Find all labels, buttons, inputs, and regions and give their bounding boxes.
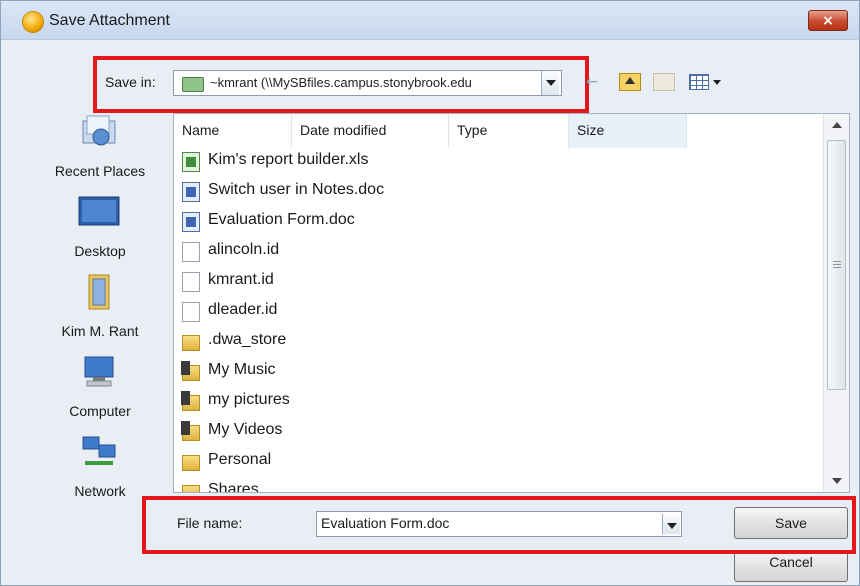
file-row[interactable]: my pictures: [181, 388, 822, 418]
generic-file-icon: [182, 242, 200, 262]
column-header-size[interactable]: Size: [569, 114, 687, 148]
file-name: Kim's report builder.xls: [208, 151, 369, 168]
file-name: kmrant.id: [208, 271, 274, 288]
folder-icon: [182, 335, 200, 351]
file-row[interactable]: .dwa_store: [182, 328, 822, 358]
title-bar[interactable]: Save Attachment ×: [1, 1, 859, 40]
excel-file-icon: [182, 152, 200, 172]
music-folder-icon: [181, 361, 200, 381]
file-name: alincoln.id: [208, 241, 280, 258]
place-network[interactable]: Network: [29, 433, 171, 503]
place-label: Desktop: [74, 243, 126, 259]
file-name: Switch user in Notes.doc: [208, 181, 385, 198]
file-row[interactable]: Personal: [182, 448, 822, 478]
file-name: my pictures: [208, 391, 290, 408]
word-file-icon: [182, 182, 200, 202]
cancel-button[interactable]: Cancel: [734, 550, 848, 582]
up-folder-icon[interactable]: [619, 73, 641, 91]
save-attachment-dialog: Save Attachment × Save in: ~kmrant (\\My…: [0, 0, 860, 586]
column-header-date-modified[interactable]: Date modified: [292, 114, 449, 148]
column-header-name[interactable]: Name: [174, 114, 292, 148]
place-computer[interactable]: Computer: [29, 353, 171, 423]
pictures-folder-icon: [181, 391, 200, 411]
network-icon: [82, 436, 116, 465]
file-row[interactable]: Shares: [182, 478, 822, 493]
videos-folder-icon: [181, 421, 200, 441]
file-name: Shares: [208, 481, 259, 493]
file-name: .dwa_store: [208, 331, 287, 348]
file-row[interactable]: alincoln.id: [182, 238, 822, 268]
file-name: Evaluation Form.doc: [208, 211, 355, 228]
place-label: Recent Places: [54, 163, 146, 179]
computer-icon: [84, 356, 114, 387]
view-menu-icon[interactable]: [689, 74, 709, 90]
dialog-title: Save Attachment: [49, 12, 170, 29]
word-file-icon: [182, 212, 200, 232]
scroll-down-arrow-icon[interactable]: [832, 478, 842, 484]
scrollbar-grip: [833, 261, 841, 268]
file-row[interactable]: Switch user in Notes.doc: [182, 178, 822, 208]
back-arrow-icon[interactable]: ←: [586, 75, 598, 89]
scroll-up-arrow-icon[interactable]: [832, 122, 842, 128]
close-button[interactable]: ×: [808, 10, 848, 31]
app-icon: [23, 12, 43, 32]
scrollbar-thumb[interactable]: [827, 140, 846, 390]
file-name: Personal: [208, 451, 272, 468]
place-recent-places[interactable]: Recent Places: [29, 113, 171, 183]
file-row[interactable]: Kim's report builder.xls: [182, 148, 822, 178]
file-row[interactable]: My Videos: [181, 418, 822, 448]
generic-file-icon: [182, 272, 200, 292]
file-name: My Music: [208, 361, 276, 378]
folder-icon: [182, 455, 200, 471]
file-name: My Videos: [208, 421, 283, 438]
file-row[interactable]: My Music: [181, 358, 822, 388]
file-row[interactable]: kmrant.id: [182, 268, 822, 298]
place-kim-m-rant[interactable]: Kim M. Rant: [29, 273, 171, 343]
file-row[interactable]: dleader.id: [182, 298, 822, 328]
file-list-scrollbar[interactable]: [823, 114, 849, 492]
places-bar: Recent Places Desktop Kim M. Rant Comput…: [29, 113, 171, 503]
place-label: Kim M. Rant: [61, 323, 139, 339]
recent-places-icon: [82, 115, 116, 146]
generic-file-icon: [182, 302, 200, 322]
user-folder-icon: [88, 274, 110, 310]
file-name-highlight-box: [142, 496, 856, 554]
file-name: dleader.id: [208, 301, 278, 318]
file-row[interactable]: Evaluation Form.doc: [182, 208, 822, 238]
folder-icon: [182, 485, 200, 492]
file-list[interactable]: Name Date modified Type Size Kim's repor…: [173, 113, 850, 493]
place-label: Computer: [69, 403, 131, 419]
desktop-icon: [78, 196, 120, 226]
view-menu-arrow-icon[interactable]: [713, 80, 721, 85]
save-in-highlight-box: [93, 56, 589, 113]
place-desktop[interactable]: Desktop: [29, 193, 171, 263]
new-folder-icon[interactable]: [653, 73, 675, 91]
column-header-type[interactable]: Type: [449, 114, 569, 148]
